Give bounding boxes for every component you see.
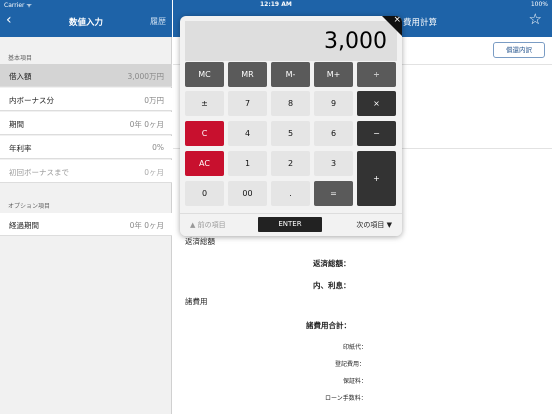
key-9[interactable]: 9 bbox=[314, 91, 353, 116]
key-mc[interactable]: MC bbox=[185, 62, 224, 87]
row-value: 0年 0ヶ月 bbox=[129, 120, 164, 129]
section-header-basic: 基本項目 bbox=[8, 55, 33, 62]
key-5[interactable]: 5 bbox=[271, 121, 310, 146]
row-first-bonus[interactable]: 初回ボーナスまで 0ヶ月 bbox=[0, 160, 172, 183]
row-label: 年利率 bbox=[9, 144, 32, 153]
row-bonus-portion[interactable]: 内ボーナス分 0万円 bbox=[0, 88, 172, 111]
key-dot[interactable]: . bbox=[271, 181, 310, 206]
close-icon[interactable]: × bbox=[393, 16, 401, 25]
row-value: 0年 0ヶ月 bbox=[129, 221, 164, 230]
key-8[interactable]: 8 bbox=[271, 91, 310, 116]
key-00[interactable]: 00 bbox=[228, 181, 267, 206]
row-label: 借入額 bbox=[9, 72, 32, 81]
row-value: 0万円 bbox=[144, 96, 164, 105]
star-icon[interactable]: ☆ bbox=[529, 12, 542, 27]
page-title: 数値入力 bbox=[68, 18, 103, 28]
key-m-minus[interactable]: M- bbox=[271, 62, 310, 87]
key-all-clear[interactable]: AC bbox=[185, 151, 224, 176]
row-label: 期間 bbox=[9, 120, 24, 129]
key-0[interactable]: 0 bbox=[185, 181, 224, 206]
next-item-button[interactable]: 次の項目 ▼ bbox=[356, 220, 392, 230]
section-total-repayment: 返済総額 bbox=[185, 237, 215, 246]
row-value: 0% bbox=[152, 143, 164, 152]
enter-button[interactable]: ENTER bbox=[258, 217, 322, 232]
row-label: 初回ボーナスまで bbox=[9, 168, 69, 177]
key-clear[interactable]: C bbox=[185, 121, 224, 146]
row-label: 内ボーナス分 bbox=[9, 96, 54, 105]
guarantee-fee-label: 保証料： bbox=[343, 378, 368, 385]
section-expenses: 諸費用 bbox=[185, 297, 208, 306]
row-loan-amount[interactable]: 借入額 3,000万円 bbox=[0, 64, 172, 87]
row-annual-rate[interactable]: 年利率 0% bbox=[0, 136, 172, 159]
interest-label: 内、利息： bbox=[313, 281, 351, 290]
key-3[interactable]: 3 bbox=[314, 151, 353, 176]
key-divide[interactable]: ÷ bbox=[357, 62, 396, 87]
calculator-display: 3,000 bbox=[185, 21, 397, 61]
key-1[interactable]: 1 bbox=[228, 151, 267, 176]
history-button[interactable]: 履歴 bbox=[150, 16, 166, 27]
input-panel: ‹ 数値入力 履歴 基本項目 借入額 3,000万円 内ボーナス分 0万円 期間… bbox=[0, 0, 172, 414]
row-term[interactable]: 期間 0年 0ヶ月 bbox=[0, 112, 172, 135]
key-plus-minus[interactable]: ± bbox=[185, 91, 224, 116]
key-7[interactable]: 7 bbox=[228, 91, 267, 116]
key-2[interactable]: 2 bbox=[271, 151, 310, 176]
calculator-nav-bar: ▲ 前の項目 ENTER 次の項目 ▼ bbox=[180, 213, 402, 236]
results-title: 費用計算 bbox=[403, 18, 438, 28]
row-label: 経過期間 bbox=[9, 221, 39, 230]
display-value: 3,000 bbox=[324, 29, 387, 54]
registration-fee-label: 登記費用： bbox=[335, 361, 366, 368]
stamp-duty-label: 印紙代： bbox=[343, 344, 368, 351]
key-minus[interactable]: − bbox=[357, 121, 396, 146]
repayment-breakdown-button[interactable]: 償還内訳 bbox=[493, 42, 545, 58]
key-equals[interactable]: = bbox=[314, 181, 353, 206]
expenses-total-label: 諸費用合計： bbox=[306, 321, 351, 330]
key-m-plus[interactable]: M+ bbox=[314, 62, 353, 87]
clock: 12:19 AM bbox=[260, 1, 292, 8]
row-elapsed-period[interactable]: 経過期間 0年 0ヶ月 bbox=[0, 213, 172, 236]
carrier-label: Carrier ᯤ bbox=[4, 2, 32, 9]
row-value: 3,000万円 bbox=[127, 72, 164, 81]
total-repayment-label: 返済総額： bbox=[313, 259, 351, 268]
key-mr[interactable]: MR bbox=[228, 62, 267, 87]
key-6[interactable]: 6 bbox=[314, 121, 353, 146]
row-value: 0ヶ月 bbox=[144, 168, 164, 177]
key-4[interactable]: 4 bbox=[228, 121, 267, 146]
key-multiply[interactable]: × bbox=[357, 91, 396, 116]
prev-item-button[interactable]: ▲ 前の項目 bbox=[190, 220, 226, 230]
status-bar: Carrier ᯤ 12:19 AM 100% bbox=[0, 0, 552, 10]
section-header-option: オプション項目 bbox=[8, 203, 51, 210]
key-plus[interactable]: + bbox=[357, 151, 396, 206]
calculator-popover: × 3,000 MC MR M- M+ ÷ ± 7 8 9 × C 4 5 6 … bbox=[180, 16, 402, 236]
loan-fee-label: ローン手数料： bbox=[325, 395, 367, 402]
battery-label: 100% bbox=[530, 1, 548, 8]
